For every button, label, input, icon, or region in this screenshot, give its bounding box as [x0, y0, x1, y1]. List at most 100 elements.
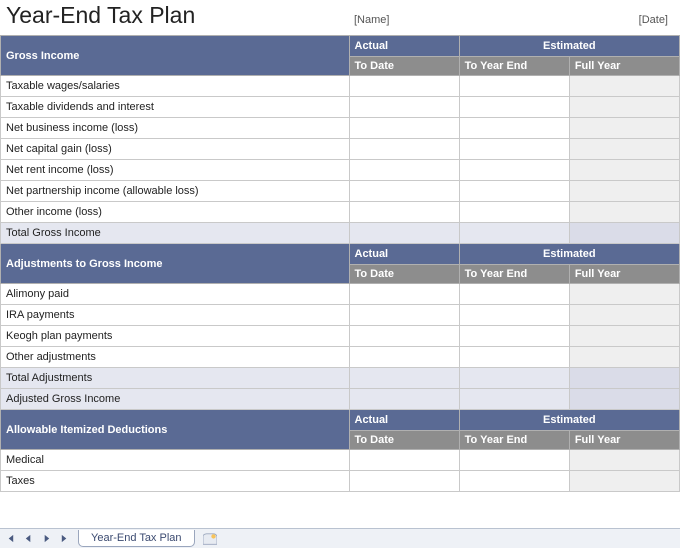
cell-to-year-end	[459, 223, 569, 244]
table-row: Net business income (loss)	[1, 118, 680, 139]
cell-full-year[interactable]	[569, 97, 679, 118]
total-row: Total Adjustments	[1, 368, 680, 389]
cell-to-year-end	[459, 368, 569, 389]
col-sub-full-year: Full Year	[569, 57, 679, 76]
section-heading: Gross Income	[1, 36, 350, 76]
cell-actual[interactable]	[349, 450, 459, 471]
section-heading: Adjustments to Gross Income	[1, 244, 350, 284]
cell-full-year[interactable]	[569, 284, 679, 305]
table-row: Alimony paid	[1, 284, 680, 305]
cell-to-year-end[interactable]	[459, 97, 569, 118]
total-label: Total Adjustments	[1, 368, 350, 389]
table-row: Net capital gain (loss)	[1, 139, 680, 160]
cell-actual[interactable]	[349, 97, 459, 118]
total-row: Total Gross Income	[1, 223, 680, 244]
cell-to-year-end[interactable]	[459, 347, 569, 368]
row-label: Taxable wages/salaries	[1, 76, 350, 97]
cell-actual[interactable]	[349, 202, 459, 223]
cell-to-year-end[interactable]	[459, 118, 569, 139]
table-row: IRA payments	[1, 305, 680, 326]
cell-to-year-end[interactable]	[459, 450, 569, 471]
tab-nav-next-icon[interactable]	[38, 531, 54, 547]
col-sub-full-year: Full Year	[569, 431, 679, 450]
col-header-actual: Actual	[349, 410, 459, 431]
col-sub-to-date: To Date	[349, 265, 459, 284]
col-header-estimated: Estimated	[459, 410, 679, 431]
cell-full-year[interactable]	[569, 76, 679, 97]
row-label: Other adjustments	[1, 347, 350, 368]
cell-to-year-end[interactable]	[459, 471, 569, 492]
meta-name: [Name]	[354, 14, 474, 26]
cell-to-year-end[interactable]	[459, 181, 569, 202]
table-row: Other income (loss)	[1, 202, 680, 223]
col-sub-to-date: To Date	[349, 57, 459, 76]
cell-full-year[interactable]	[569, 202, 679, 223]
table-row: Taxes	[1, 471, 680, 492]
cell-actual[interactable]	[349, 284, 459, 305]
cell-to-year-end[interactable]	[459, 305, 569, 326]
cell-to-year-end[interactable]	[459, 139, 569, 160]
sheet-tab-strip: Year-End Tax Plan	[0, 528, 680, 548]
row-label: Keogh plan payments	[1, 326, 350, 347]
cell-to-year-end[interactable]	[459, 202, 569, 223]
title-row: Year-End Tax Plan [Name] [Date]	[0, 0, 680, 35]
tab-nav-prev-icon[interactable]	[20, 531, 36, 547]
cell-actual	[349, 368, 459, 389]
cell-full-year[interactable]	[569, 471, 679, 492]
table-row: Taxable dividends and interest	[1, 97, 680, 118]
cell-full-year[interactable]	[569, 347, 679, 368]
cell-actual	[349, 389, 459, 410]
col-header-actual: Actual	[349, 244, 459, 265]
tab-nav-first-icon[interactable]	[2, 531, 18, 547]
cell-full-year	[569, 368, 679, 389]
col-sub-full-year: Full Year	[569, 265, 679, 284]
row-label: IRA payments	[1, 305, 350, 326]
row-label: Net business income (loss)	[1, 118, 350, 139]
cell-actual[interactable]	[349, 326, 459, 347]
col-sub-to-year-end: To Year End	[459, 431, 569, 450]
cell-full-year[interactable]	[569, 139, 679, 160]
cell-to-year-end[interactable]	[459, 76, 569, 97]
col-sub-to-year-end: To Year End	[459, 265, 569, 284]
cell-to-year-end[interactable]	[459, 284, 569, 305]
table-row: Net partnership income (allowable loss)	[1, 181, 680, 202]
cell-actual[interactable]	[349, 347, 459, 368]
table-row: Medical	[1, 450, 680, 471]
cell-full-year[interactable]	[569, 326, 679, 347]
cell-actual[interactable]	[349, 76, 459, 97]
cell-actual[interactable]	[349, 305, 459, 326]
cell-full-year[interactable]	[569, 160, 679, 181]
tax-plan-table: Gross IncomeActualEstimatedTo DateTo Yea…	[0, 35, 680, 492]
row-label: Taxes	[1, 471, 350, 492]
row-label: Net rent income (loss)	[1, 160, 350, 181]
cell-actual[interactable]	[349, 471, 459, 492]
cell-to-year-end[interactable]	[459, 326, 569, 347]
row-label: Medical	[1, 450, 350, 471]
total-row: Adjusted Gross Income	[1, 389, 680, 410]
cell-to-year-end	[459, 389, 569, 410]
cell-actual[interactable]	[349, 139, 459, 160]
row-label: Taxable dividends and interest	[1, 97, 350, 118]
cell-actual[interactable]	[349, 181, 459, 202]
cell-full-year[interactable]	[569, 181, 679, 202]
page-title: Year-End Tax Plan	[6, 2, 354, 29]
cell-to-year-end[interactable]	[459, 160, 569, 181]
meta-date: [Date]	[474, 14, 672, 26]
cell-actual[interactable]	[349, 160, 459, 181]
tab-nav-last-icon[interactable]	[56, 531, 72, 547]
cell-full-year[interactable]	[569, 118, 679, 139]
cell-actual[interactable]	[349, 118, 459, 139]
table-row: Other adjustments	[1, 347, 680, 368]
sheet-tab-active[interactable]: Year-End Tax Plan	[78, 530, 195, 547]
cell-full-year[interactable]	[569, 450, 679, 471]
cell-actual	[349, 223, 459, 244]
cell-full-year[interactable]	[569, 305, 679, 326]
section-heading: Allowable Itemized Deductions	[1, 410, 350, 450]
col-header-actual: Actual	[349, 36, 459, 57]
table-row: Net rent income (loss)	[1, 160, 680, 181]
cell-full-year	[569, 389, 679, 410]
table-row: Keogh plan payments	[1, 326, 680, 347]
col-sub-to-date: To Date	[349, 431, 459, 450]
new-sheet-icon[interactable]	[201, 532, 219, 546]
row-label: Net partnership income (allowable loss)	[1, 181, 350, 202]
